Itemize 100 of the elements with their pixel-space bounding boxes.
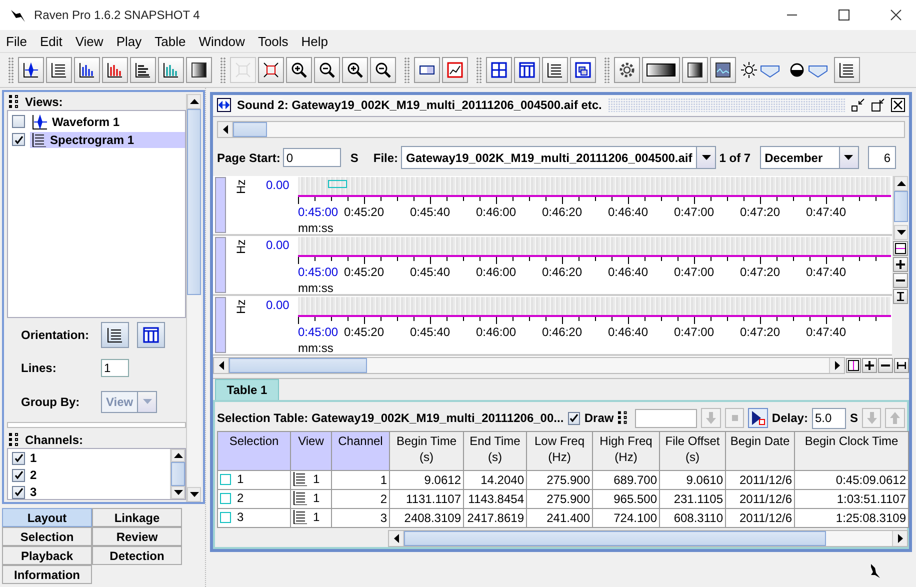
scrollbar[interactable] [213,356,845,374]
view-item[interactable]: Waveform 1 [30,112,185,131]
toolbar-button[interactable] [18,57,44,83]
column-header[interactable]: Selection [218,432,290,470]
tab[interactable]: Selection [2,527,92,546]
toolbar-button[interactable] [414,57,440,83]
menu-item[interactable]: File [6,34,27,48]
column-header[interactable]: Low Freq (Hz) [526,432,592,470]
checkbox[interactable] [12,486,25,499]
toolbar-button[interactable] [570,57,596,83]
view-marker[interactable] [215,177,226,233]
menu-item[interactable]: View [75,34,104,48]
checkbox[interactable] [12,133,25,146]
day-field[interactable]: 6 [868,146,896,170]
scrollbar[interactable] [893,176,908,240]
delay-field[interactable]: 5.0 [812,408,846,428]
play-button[interactable] [748,408,768,428]
toolbar-button[interactable] [370,57,396,83]
file-dropdown[interactable]: Gateway19_002K_M19_multi_20111206_004500.aif [401,146,716,170]
close-icon[interactable] [891,98,905,112]
checkbox[interactable] [12,452,25,465]
toolbar-button[interactable] [74,57,100,83]
menu-item[interactable]: Play [116,34,142,48]
toolbar-button[interactable] [102,57,128,83]
maximize-icon[interactable] [871,98,885,112]
toolbar-button[interactable] [642,57,680,83]
zoom-out-button[interactable] [893,273,908,288]
channel-item[interactable]: 3 [30,485,37,500]
scroll-thumb[interactable] [233,122,267,137]
minimize-icon[interactable] [851,98,865,112]
tab[interactable]: Table 1 [215,379,279,400]
view-marker[interactable] [215,237,226,293]
scrollbar[interactable] [388,530,908,547]
column-header[interactable]: View [290,432,332,470]
checkbox[interactable] [12,468,25,482]
menu-item[interactable]: Table [154,34,186,48]
toolbar-button[interactable] [186,57,212,83]
toolbar-button[interactable] [710,57,736,83]
zoom-out-button[interactable] [878,358,893,372]
column-header[interactable]: Begin Time (s) [390,432,464,470]
page-start-field[interactable]: 0 [283,148,342,168]
checkbox[interactable] [12,115,25,128]
view-marker[interactable] [215,297,226,353]
tab[interactable]: Linkage [92,508,182,527]
toolbar-button[interactable] [614,57,640,83]
toolbar-button[interactable] [514,57,540,83]
fit-height-button[interactable] [893,241,908,256]
contrast-icon [789,61,829,79]
scroll-thumb[interactable] [404,531,826,546]
column-header[interactable]: High Freq (Hz) [592,432,660,470]
menu-item[interactable]: Edit [40,34,62,48]
toolbar-button[interactable] [314,57,340,83]
toolbar-button[interactable] [542,57,568,83]
toolbar-button[interactable] [158,57,184,83]
full-height-button[interactable] [893,289,908,304]
toolbar-button[interactable] [682,57,708,83]
scroll-thumb[interactable] [894,191,908,222]
tab[interactable]: Layout [2,508,92,527]
fit-width-button[interactable] [846,358,861,372]
scrollbar[interactable] [217,120,905,138]
column-header[interactable]: File Offset (s) [660,432,726,470]
menu-item[interactable]: Help [301,34,328,48]
scroll-thumb[interactable] [187,109,201,295]
toolbar-button[interactable] [834,57,860,83]
toolbar-button[interactable] [130,57,156,83]
column-header[interactable]: End Time (s) [464,432,526,470]
toolbar-button[interactable] [46,57,72,83]
menu-item[interactable]: Tools [258,34,288,48]
horizontal-layout-button[interactable] [101,322,129,348]
tab[interactable]: Information [2,565,92,584]
toolbar-button[interactable] [286,57,312,83]
scrollbar[interactable] [170,448,185,499]
scrollbar[interactable] [186,94,201,502]
channel-item[interactable]: 2 [30,468,37,482]
column-header[interactable]: Begin Date [726,432,794,470]
zoom-in-button[interactable] [862,358,877,372]
maximize-icon[interactable] [838,9,850,21]
panel-icon [419,64,435,76]
channel-item[interactable]: 1 [30,451,37,466]
lines-field[interactable]: 1 [101,359,129,378]
column-header[interactable]: Begin Clock Time [794,432,908,470]
tab[interactable]: Review [92,527,182,546]
scroll-thumb[interactable] [171,462,185,486]
text-field[interactable] [635,408,698,428]
tab[interactable]: Detection [92,546,182,565]
vertical-layout-button[interactable] [137,322,165,348]
toolbar-button[interactable] [258,57,284,83]
month-dropdown[interactable]: December [760,146,859,170]
toolbar-button[interactable] [486,57,512,83]
arrow-right-icon [834,360,840,370]
close-icon[interactable] [890,9,902,21]
view-item[interactable]: Spectrogram 1 [30,132,185,148]
zoom-in-button[interactable] [893,257,908,272]
column-header[interactable]: Channel [332,432,390,470]
full-width-button[interactable] [894,358,909,372]
tab[interactable]: Playback [2,546,92,565]
checkbox[interactable] [568,412,580,424]
scroll-thumb[interactable] [229,358,367,372]
toolbar-button[interactable] [342,57,368,83]
menu-item[interactable]: Window [198,34,245,48]
